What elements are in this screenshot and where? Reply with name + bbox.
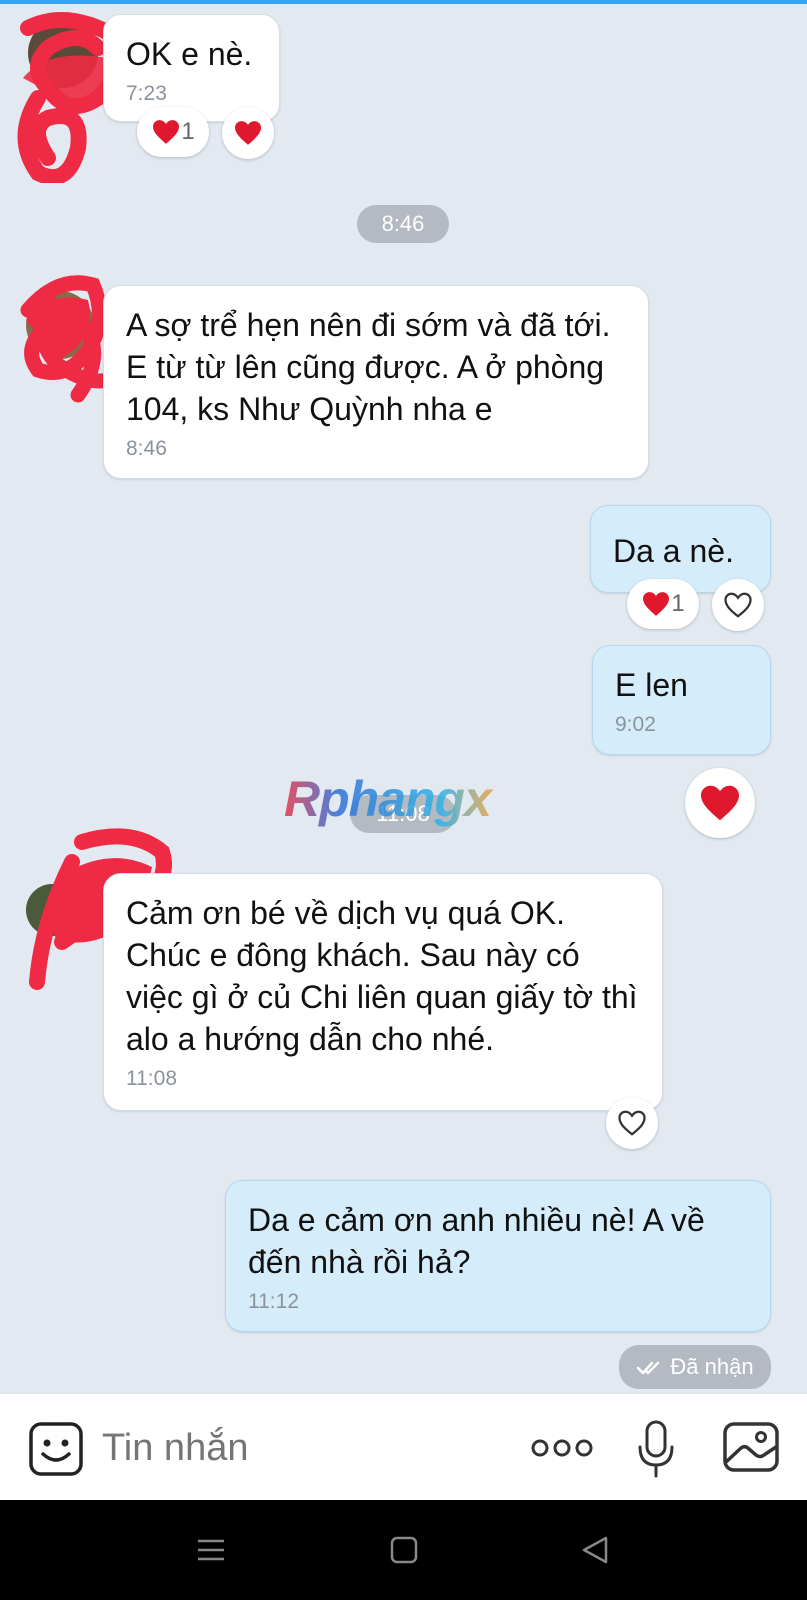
reaction-count: 1 <box>671 590 685 617</box>
message-text: Da e cảm ơn anh nhiều nè! A về đến nhà r… <box>248 1202 705 1280</box>
message-bubble[interactable]: OK e nè. 7:23 <box>103 14 280 122</box>
svg-text:Rphangx: Rphangx <box>284 771 494 827</box>
mic-icon <box>638 1420 674 1478</box>
heart-outline-icon <box>724 592 752 618</box>
heart-icon <box>643 592 670 616</box>
message-bubble[interactable]: Cảm ơn bé về dịch vụ quá OK. Chúc e đông… <box>103 873 663 1111</box>
double-check-icon <box>637 1361 660 1375</box>
heart-icon <box>701 785 739 821</box>
top-accent-line <box>0 0 807 4</box>
heart-icon <box>153 120 180 144</box>
react-button[interactable] <box>222 107 274 159</box>
message-time: 7:23 <box>126 82 167 105</box>
message-bubble[interactable]: Da e cảm ơn anh nhiều nè! A về đến nhà r… <box>225 1180 771 1332</box>
reaction-heart-button[interactable] <box>685 768 755 838</box>
message-time: 8:46 <box>126 437 167 460</box>
watermark-logo: Rphangx <box>284 771 495 827</box>
message-text: A sợ trể hẹn nên đi sớm và đã tới. E từ … <box>126 307 611 427</box>
message-composer <box>0 1393 807 1501</box>
menu-icon <box>198 1539 224 1561</box>
back-icon <box>582 1536 608 1564</box>
more-icon <box>531 1439 593 1457</box>
sticker-button[interactable] <box>28 1421 84 1477</box>
time-separator: 8:46 <box>357 205 449 243</box>
message-bubble[interactable]: E len 9:02 <box>592 645 771 755</box>
message-text: E len <box>615 667 688 703</box>
message-text: Cảm ơn bé về dịch vụ quá OK. Chúc e đông… <box>126 895 638 1057</box>
sticker-icon <box>29 1422 83 1476</box>
image-button[interactable] <box>723 1422 779 1472</box>
home-button[interactable] <box>389 1535 419 1565</box>
menu-button[interactable] <box>196 1535 226 1565</box>
react-button[interactable] <box>712 579 764 631</box>
message-text: Da a nè. <box>613 533 734 569</box>
message-time: 11:12 <box>248 1290 299 1313</box>
reaction-count: 1 <box>181 118 195 145</box>
react-button[interactable] <box>606 1097 658 1149</box>
reaction-summary[interactable]: 1 <box>627 579 699 629</box>
delivery-status-label: Đã nhận <box>670 1354 754 1379</box>
more-button[interactable] <box>530 1434 594 1462</box>
heart-outline-icon <box>618 1110 646 1136</box>
message-time: 9:02 <box>615 713 656 736</box>
message-bubble[interactable]: A sợ trể hẹn nên đi sớm và đã tới. E từ … <box>103 285 649 479</box>
message-time: 11:08 <box>126 1067 177 1090</box>
watermark: Rphangx <box>284 770 534 842</box>
delivery-status: Đã nhận <box>619 1345 771 1389</box>
image-icon <box>723 1422 779 1472</box>
heart-icon <box>235 121 261 145</box>
voice-button[interactable] <box>636 1419 676 1479</box>
home-icon <box>390 1536 418 1564</box>
message-text: OK e nè. <box>126 36 253 72</box>
reaction-summary[interactable]: 1 <box>137 107 209 157</box>
system-nav-bar <box>0 1500 807 1600</box>
back-button[interactable] <box>580 1535 610 1565</box>
message-input[interactable] <box>100 1416 504 1480</box>
